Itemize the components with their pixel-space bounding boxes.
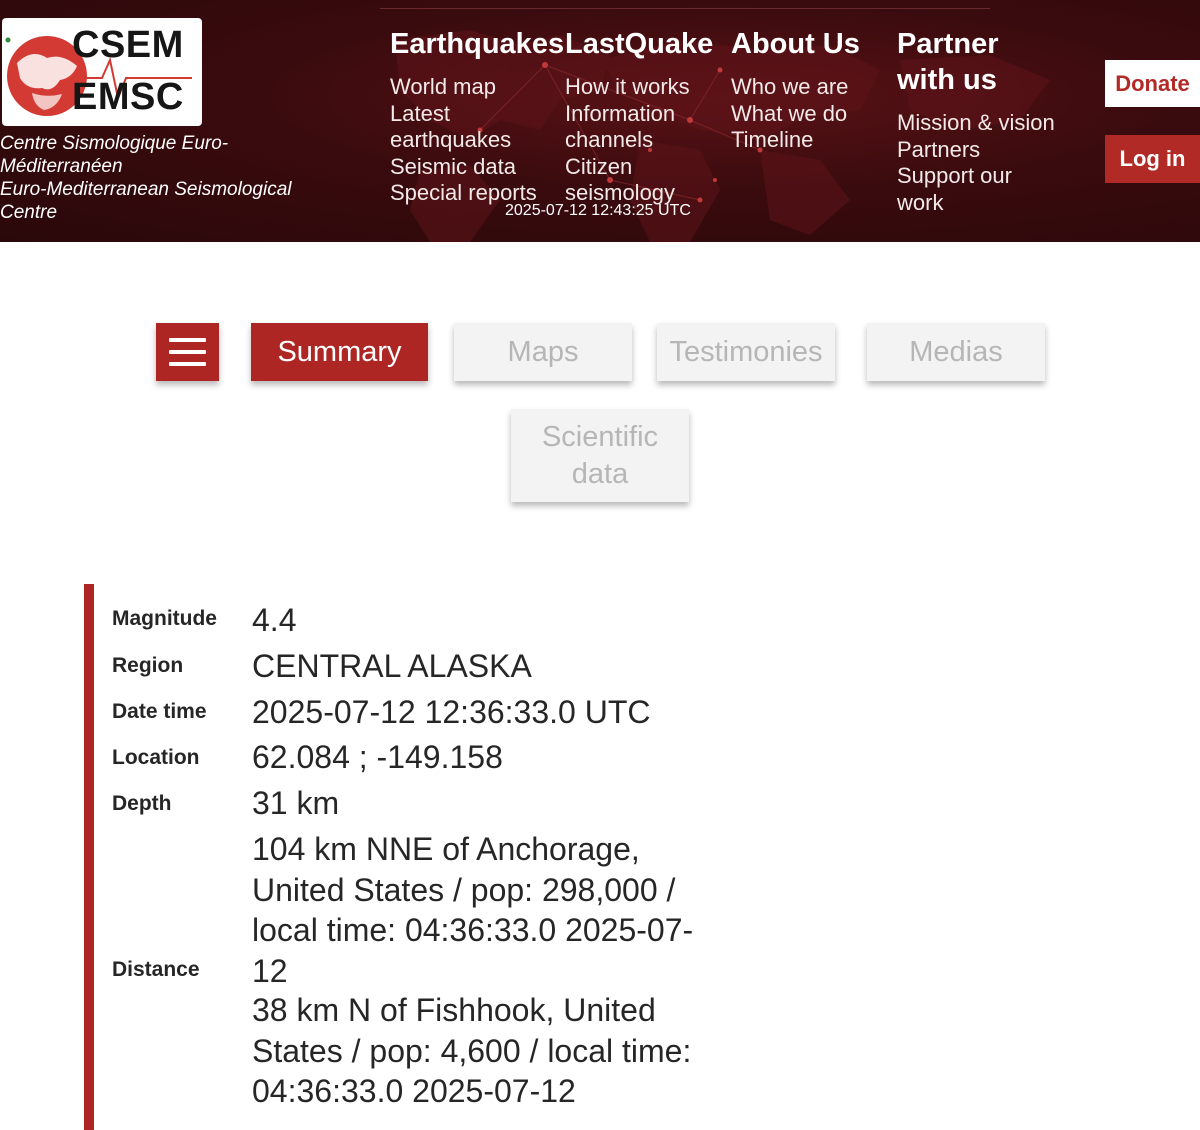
nav-link-information-channels[interactable]: Information channels [565, 101, 705, 154]
depth-label: Depth [112, 792, 172, 815]
nav-link-mission-vision[interactable]: Mission & vision [897, 110, 1072, 137]
nav-link-latest-earthquakes[interactable]: Latest earthquakes [390, 101, 540, 154]
tab-testimonies[interactable]: Testimonies [657, 323, 835, 381]
magnitude-label: Magnitude [112, 607, 217, 630]
nav-link-seismic-data[interactable]: Seismic data [390, 154, 570, 181]
distance-value-anchorage: 104 km NNE of Anchorage, United States /… [252, 831, 694, 989]
magnitude-value: 4.4 [252, 602, 297, 638]
distance-value-fishhook: 38 km N of Fishhook, United States / pop… [252, 992, 692, 1109]
nav-link-support[interactable]: Support our work [897, 163, 1037, 216]
logo-csem-text: CSEM [72, 24, 184, 66]
datetime-value: 2025-07-12 12:36:33.0 UTC [252, 694, 651, 730]
tab-maps[interactable]: Maps [454, 323, 632, 381]
tab-scientific-data[interactable]: Scientific data [511, 409, 689, 502]
donate-button[interactable]: Donate [1105, 60, 1200, 107]
depth-value: 31 km [252, 785, 340, 821]
logo-emsc-text: EMSC [72, 76, 184, 118]
region-value: CENTRAL ALASKA [252, 648, 532, 684]
organization-name: Centre Sismologique Euro-Méditerranéen E… [0, 132, 330, 224]
site-header: CSEM EMSC Centre Sismologique Euro-Médit… [0, 0, 1200, 242]
nav-heading-lastquake[interactable]: LastQuake [565, 28, 713, 60]
datetime-label: Date time [112, 700, 207, 723]
tab-medias[interactable]: Medias [867, 323, 1045, 381]
tab-summary[interactable]: Summary [251, 323, 428, 381]
nav-heading-about-us[interactable]: About Us [731, 28, 860, 60]
utc-clock: 2025-07-12 12:43:25 UTC [505, 202, 691, 219]
nav-heading-partner[interactable]: Partner with us [897, 26, 1037, 98]
nav-earthquakes: Earthquakes World map Latest earthquakes… [390, 26, 570, 207]
nav-link-world-map[interactable]: World map [390, 74, 570, 101]
login-button[interactable]: Log in [1105, 135, 1200, 183]
hamburger-menu-button[interactable] [156, 323, 219, 381]
emsc-logo[interactable]: CSEM EMSC [2, 18, 202, 126]
region-label: Region [112, 654, 184, 677]
nav-link-who-we-are[interactable]: Who we are [731, 74, 891, 101]
nav-lastquake: LastQuake How it works Information chann… [565, 26, 725, 207]
nav-link-what-we-do[interactable]: What we do [731, 101, 891, 128]
organization-name-french: Centre Sismologique Euro-Méditerranéen [0, 133, 229, 177]
header-top-rule [380, 8, 990, 9]
nav-link-partners[interactable]: Partners [897, 137, 1072, 164]
nav-link-timeline[interactable]: Timeline [731, 127, 891, 154]
nav-link-how-it-works[interactable]: How it works [565, 74, 725, 101]
location-value: 62.084 ; -149.158 [252, 739, 503, 775]
details-accent-bar [84, 584, 94, 1130]
organization-name-english: Euro-Mediterranean Seismological Centre [0, 179, 292, 223]
nav-about-us: About Us Who we are What we do Timeline [731, 26, 891, 154]
nav-link-citizen-seismology[interactable]: Citizen seismology [565, 154, 695, 207]
distance-label: Distance [112, 958, 200, 981]
nav-heading-earthquakes[interactable]: Earthquakes [390, 28, 564, 60]
location-label: Location [112, 746, 200, 769]
nav-partner: Partner with us Mission & vision Partner… [897, 26, 1072, 216]
